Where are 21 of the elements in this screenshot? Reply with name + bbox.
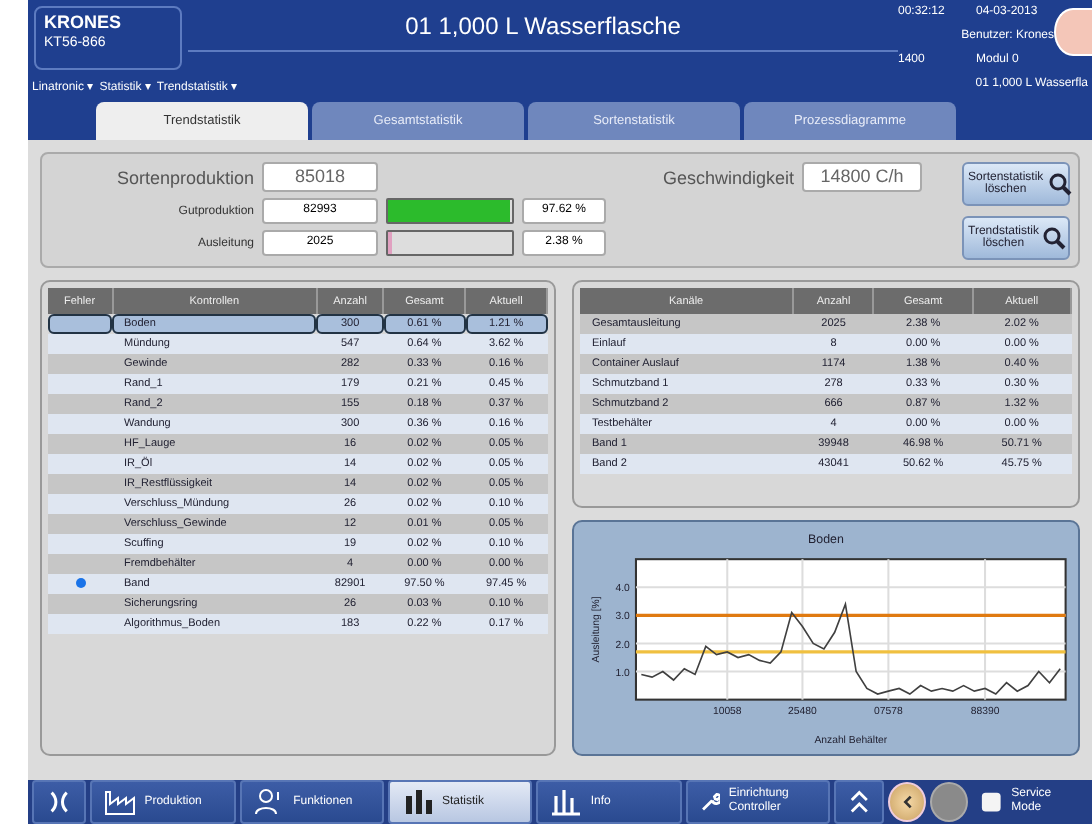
window-title: 01 1,000 L Wasserflasche xyxy=(188,0,898,52)
progress-bar xyxy=(386,230,514,256)
logo-text: KRONES xyxy=(44,12,124,32)
magnifier-icon xyxy=(1042,226,1067,250)
label: Geschwindigkeit xyxy=(660,167,794,187)
expand-button[interactable] xyxy=(834,780,885,824)
factory-icon xyxy=(104,788,137,816)
value-field: 14800 C/h xyxy=(802,162,922,192)
label: Sortenproduktion xyxy=(114,167,254,187)
value-field: 85018 xyxy=(262,162,378,192)
home-button[interactable] xyxy=(32,780,87,824)
mode-square-icon xyxy=(980,790,1004,814)
user-avatar-icon xyxy=(1054,8,1092,56)
krones-logo-icon xyxy=(46,788,73,816)
chevron-up-icon xyxy=(848,788,871,816)
bar-chart-icon xyxy=(401,788,434,816)
back-button[interactable] xyxy=(888,782,927,822)
columns-icon xyxy=(550,788,583,816)
magnifier-icon xyxy=(1047,172,1072,196)
wrench-icon xyxy=(699,788,721,816)
progress-bar xyxy=(386,198,514,224)
